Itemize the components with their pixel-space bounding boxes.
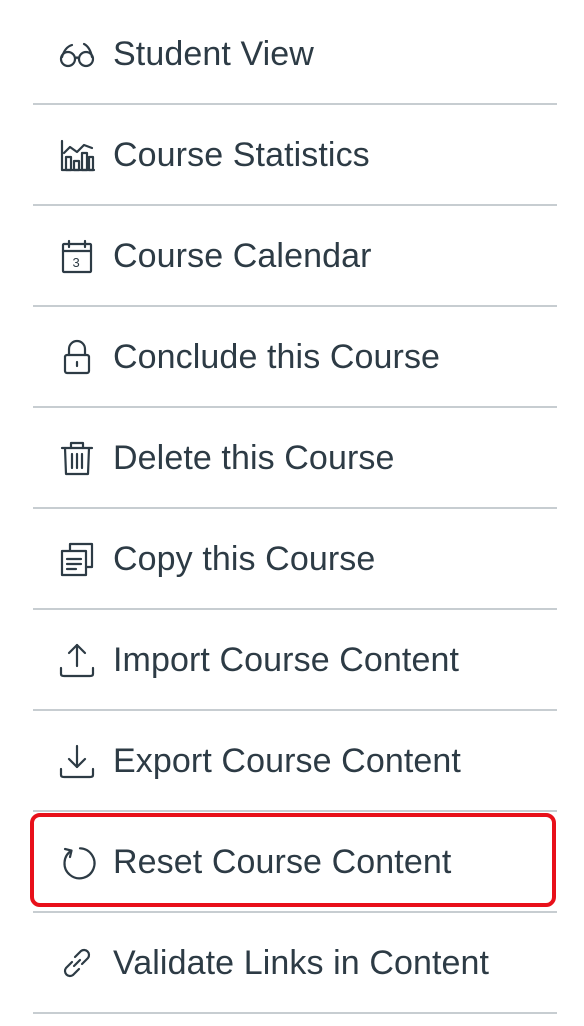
course-calendar-item[interactable]: 3 Course Calendar	[33, 207, 557, 307]
course-settings-menu: Student View Course Statistics 3 Course …	[0, 0, 584, 1026]
course-statistics-item[interactable]: Course Statistics	[33, 106, 557, 206]
reset-content-label: Reset Course Content	[113, 842, 452, 881]
course-calendar-label: Course Calendar	[113, 236, 372, 275]
calendar-icon-day: 3	[73, 255, 80, 270]
import-content-item[interactable]: Import Course Content	[33, 611, 557, 711]
export-content-label: Export Course Content	[113, 741, 461, 780]
glasses-icon	[57, 34, 97, 74]
reset-content-item[interactable]: Reset Course Content	[33, 813, 557, 913]
delete-course-item[interactable]: Delete this Course	[33, 409, 557, 509]
validate-links-label: Validate Links in Content	[113, 943, 490, 982]
statistics-icon	[57, 135, 97, 175]
lock-icon	[57, 337, 97, 377]
reset-icon	[57, 842, 97, 882]
download-icon	[57, 741, 97, 781]
link-icon	[57, 943, 97, 983]
upload-icon	[57, 640, 97, 680]
copy-course-item[interactable]: Copy this Course	[33, 510, 557, 610]
validate-links-item[interactable]: Validate Links in Content	[33, 914, 557, 1014]
student-view-label: Student View	[113, 34, 314, 73]
import-content-label: Import Course Content	[113, 640, 460, 679]
trash-icon	[57, 438, 97, 478]
conclude-course-item[interactable]: Conclude this Course	[33, 308, 557, 408]
export-content-item[interactable]: Export Course Content	[33, 712, 557, 812]
copy-icon	[57, 539, 97, 579]
calendar-icon: 3	[57, 236, 97, 276]
conclude-course-label: Conclude this Course	[113, 337, 441, 376]
delete-course-label: Delete this Course	[113, 438, 395, 477]
course-statistics-label: Course Statistics	[113, 135, 370, 174]
student-view-item[interactable]: Student View	[33, 5, 557, 105]
copy-course-label: Copy this Course	[113, 539, 376, 578]
